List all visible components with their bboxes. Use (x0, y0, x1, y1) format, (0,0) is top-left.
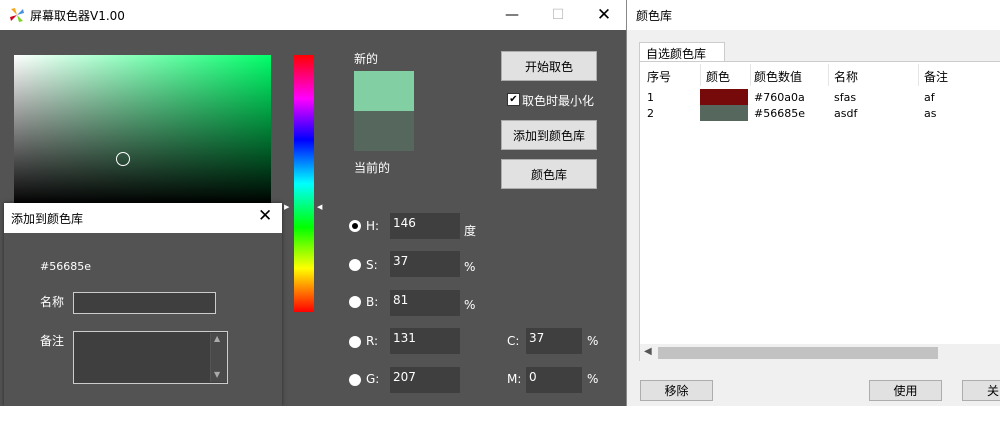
column-header-value[interactable]: 颜色数值 (754, 68, 802, 85)
scroll-down-icon[interactable]: ▼ (214, 370, 220, 379)
note-textarea[interactable]: ▲ ▼ (73, 331, 228, 384)
column-header-color[interactable]: 颜色 (706, 68, 730, 85)
color-list[interactable]: 序号 颜色 颜色数值 名称 备注 1 #760a0a sfas af 2 #56… (639, 61, 1000, 361)
note-label: 备注 (40, 334, 65, 348)
h-value-field[interactable]: 146 (390, 213, 460, 239)
minimize-on-pick-label[interactable]: 取色时最小化 (522, 92, 594, 109)
channel-label-c: C: (507, 334, 520, 348)
picker-window: 屏幕取色器V1.00 — ☐ ✕ ▶ ◀ 新的 当前的 开始取色 ✔ 取色时最小… (0, 0, 626, 406)
channel-label-h: H: (366, 219, 380, 233)
dialog-close-icon[interactable]: ✕ (258, 206, 272, 226)
minimize-on-pick-checkbox[interactable]: ✔ (507, 93, 520, 106)
row-color-swatch (700, 105, 748, 121)
scroll-left-icon[interactable]: ◀ (644, 346, 652, 357)
column-divider (750, 64, 751, 86)
saturation-brightness-square[interactable] (14, 55, 271, 205)
h-unit: 度 (464, 224, 477, 238)
column-header-name[interactable]: 名称 (834, 68, 858, 85)
table-row[interactable]: 2 #56685e asdf as (640, 105, 1000, 122)
pinwheel-logo-icon (10, 8, 24, 22)
add-to-library-dialog: 添加到颜色库 ✕ #56685e 名称 备注 ▲ ▼ (4, 203, 282, 406)
c-unit: % (587, 334, 599, 348)
use-button[interactable]: 使用 (869, 380, 942, 401)
row-color-value: #760a0a (754, 91, 805, 104)
horizontal-scrollbar[interactable]: ◀ (640, 344, 1000, 361)
column-divider (828, 64, 829, 86)
dialog-title: 添加到颜色库 (11, 212, 84, 226)
hue-marker-left-icon[interactable]: ▶ (284, 203, 289, 211)
g-value-field[interactable]: 207 (390, 367, 460, 393)
column-divider (918, 64, 919, 86)
remove-button[interactable]: 移除 (640, 380, 713, 401)
channel-label-m: M: (507, 372, 522, 386)
library-titlebar[interactable]: 颜色库 (627, 0, 1000, 30)
add-to-library-button[interactable]: 添加到颜色库 (501, 120, 597, 150)
row-color-value: #56685e (754, 107, 805, 120)
new-color-swatch (354, 71, 414, 111)
close-library-button[interactable]: 关闭 (962, 380, 1000, 401)
table-row[interactable]: 1 #760a0a sfas af (640, 89, 1000, 106)
dialog-titlebar[interactable]: 添加到颜色库 ✕ (4, 203, 282, 233)
column-header-note[interactable]: 备注 (924, 68, 948, 85)
picker-titlebar[interactable]: 屏幕取色器V1.00 — ☐ ✕ (0, 0, 626, 30)
channel-label-s: S: (366, 258, 378, 272)
color-library-button[interactable]: 颜色库 (501, 159, 597, 189)
start-pick-button[interactable]: 开始取色 (501, 51, 597, 81)
row-index: 2 (647, 107, 654, 120)
row-note: af (924, 91, 935, 104)
color-library-window: 颜色库 自选颜色库 序号 颜色 颜色数值 名称 备注 1 #760a0a sfa… (626, 0, 1000, 406)
r-value-field[interactable]: 131 (390, 328, 460, 354)
b-unit: % (464, 298, 476, 312)
c-value-field[interactable]: 37 (526, 328, 582, 354)
name-label: 名称 (40, 295, 65, 309)
m-unit: % (587, 372, 599, 386)
b-value-field[interactable]: 81 (390, 290, 460, 316)
channel-label-r: R: (366, 334, 379, 348)
color-cursor[interactable] (116, 152, 130, 166)
radio-b[interactable] (349, 296, 361, 308)
radio-h[interactable] (349, 220, 361, 232)
library-title: 颜色库 (636, 9, 673, 23)
name-input[interactable] (73, 292, 216, 314)
dialog-hex-value: #56685e (40, 260, 91, 273)
s-value-field[interactable]: 37 (390, 251, 460, 277)
hue-marker-right-icon[interactable]: ◀ (317, 203, 322, 211)
channel-label-g: G: (366, 372, 380, 386)
tab-custom-library[interactable]: 自选颜色库 (639, 42, 725, 62)
scrollbar-thumb[interactable] (658, 347, 938, 359)
minimize-button[interactable]: — (489, 0, 535, 30)
row-name: sfas (834, 91, 857, 104)
column-divider (700, 64, 701, 86)
scroll-up-icon[interactable]: ▲ (214, 334, 220, 343)
row-color-swatch (700, 89, 748, 105)
radio-g[interactable] (349, 374, 361, 386)
column-header-index[interactable]: 序号 (647, 68, 671, 85)
current-color-swatch (354, 111, 414, 151)
row-index: 1 (647, 91, 654, 104)
row-note: as (924, 107, 937, 120)
new-color-label: 新的 (354, 52, 379, 66)
row-name: asdf (834, 107, 858, 120)
radio-r[interactable] (349, 336, 361, 348)
hue-slider[interactable] (294, 55, 314, 312)
maximize-button[interactable]: ☐ (535, 0, 581, 30)
current-color-label: 当前的 (354, 161, 391, 175)
channel-label-b: B: (366, 295, 379, 309)
s-unit: % (464, 260, 476, 274)
m-value-field[interactable]: 0 (526, 367, 582, 393)
app-title: 屏幕取色器V1.00 (30, 9, 125, 23)
close-button[interactable]: ✕ (581, 0, 626, 30)
radio-s[interactable] (349, 259, 361, 271)
